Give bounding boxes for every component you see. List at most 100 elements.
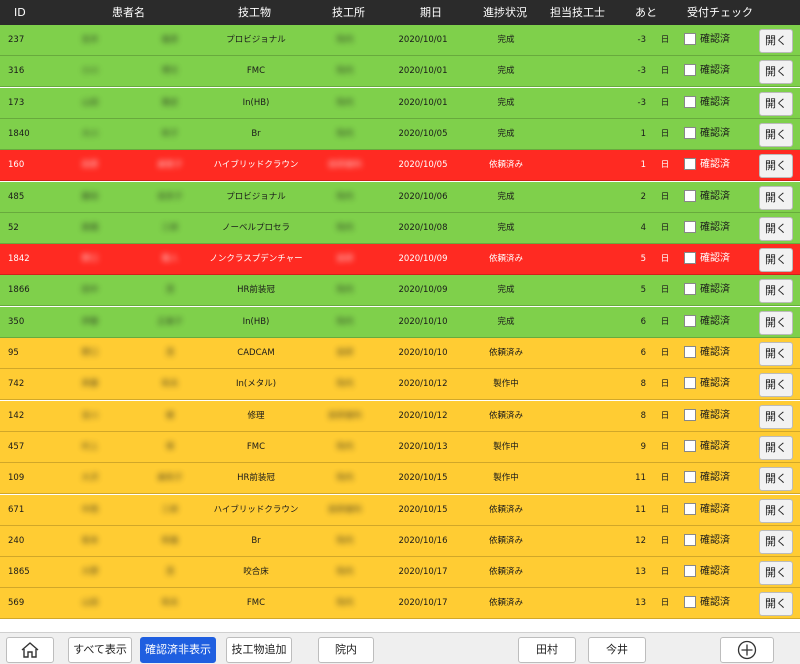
receipt-check[interactable]: 確認済 <box>684 64 730 78</box>
open-button[interactable]: 開く <box>759 529 793 554</box>
item-name: FMC <box>246 66 266 77</box>
open-button[interactable]: 開く <box>759 404 793 429</box>
table-row: 1842 野口 雅人 ノンクラスプデンチャー 技研 2020/10/09 依頼済み 5 日 確認済… <box>0 244 800 276</box>
due-date: 2020/10/09 <box>398 254 448 265</box>
receipt-checkbox[interactable] <box>684 565 696 578</box>
days-unit: 日 <box>660 128 670 139</box>
table-row: 671 中西 三郎 ハイブリッドクラウン 技研歯科 2020/10/15 依頼済み 11 日 確認… <box>0 494 800 526</box>
hide-confirmed-button[interactable]: 確認済非表示 <box>140 637 216 663</box>
table-row: 1840 大川 和子 Br 院内 2020/10/05 完成 1 日 確認済 開く <box>0 118 800 150</box>
receipt-check[interactable]: 確認済 <box>684 502 730 517</box>
open-button[interactable]: 開く <box>759 248 793 273</box>
receipt-checkbox[interactable] <box>684 596 696 609</box>
table-row: 160 田原 美智子 ハイブリッドクラウン 技研歯科 2020/10/05 依頼済み 1 日 確認… <box>0 150 800 182</box>
open-button[interactable]: 開く <box>759 91 793 116</box>
receipt-check-label: 確認済 <box>700 534 730 546</box>
item-name: FMC <box>246 598 266 609</box>
receipt-check[interactable]: 確認済 <box>684 33 730 47</box>
receipt-checkbox[interactable] <box>684 439 696 452</box>
receipt-checkbox[interactable] <box>684 252 696 265</box>
receipt-checkbox[interactable] <box>684 502 696 515</box>
order-table: 237 吉井 雄彦 プロビジョナル 院内 2020/10/01 完成 -3 日確認済 開く 316 小… <box>0 25 800 632</box>
patient-first-name: 博文 <box>161 66 179 77</box>
receipt-check[interactable]: 確認済 <box>684 252 730 266</box>
open-button[interactable]: 開く <box>759 154 793 179</box>
receipt-check[interactable]: 確認済 <box>684 189 730 204</box>
receipt-checkbox[interactable] <box>684 314 696 327</box>
item-name: プロビジョナル <box>226 191 286 202</box>
receipt-checkbox[interactable] <box>684 189 696 202</box>
progress-status: 完成 <box>497 128 515 139</box>
open-button[interactable]: 開く <box>759 467 793 492</box>
patient-last-name: 田原 <box>81 160 99 171</box>
receipt-checkbox[interactable] <box>684 408 696 421</box>
patient-first-name: 茂 <box>165 348 175 358</box>
receipt-check[interactable]: 確認済 <box>684 314 730 329</box>
receipt-check[interactable]: 確認済 <box>684 471 730 485</box>
open-button[interactable]: 開く <box>759 561 793 586</box>
receipt-checkbox[interactable] <box>684 64 696 77</box>
receipt-checkbox[interactable] <box>684 33 696 45</box>
patient-last-name: 山田 <box>81 598 99 609</box>
open-button[interactable]: 開く <box>759 373 793 398</box>
receipt-check[interactable]: 確認済 <box>684 408 730 423</box>
receipt-check[interactable]: 確認済 <box>684 346 730 360</box>
header-lab: 技工所 <box>332 6 365 19</box>
receipt-checkbox[interactable] <box>684 158 696 171</box>
row-id: 350 <box>8 316 25 327</box>
receipt-check[interactable]: 確認済 <box>684 439 730 454</box>
open-button[interactable]: 開く <box>759 279 793 304</box>
row-id: 237 <box>8 35 25 45</box>
receipt-checkbox[interactable] <box>684 126 696 139</box>
in-house-button[interactable]: 院内 <box>318 637 374 663</box>
row-id: 173 <box>8 97 25 108</box>
receipt-check[interactable]: 確認済 <box>684 533 730 548</box>
days-remaining: 11 <box>635 504 646 515</box>
add-item-button[interactable]: 技工物追加 <box>226 637 292 663</box>
days-unit: 日 <box>660 66 670 77</box>
open-button[interactable]: 開く <box>759 122 793 147</box>
receipt-checkbox[interactable] <box>684 95 696 108</box>
row-id: 485 <box>8 191 25 202</box>
open-button[interactable]: 開く <box>759 498 793 523</box>
open-button[interactable]: 開く <box>759 342 793 366</box>
open-button[interactable]: 開く <box>759 592 793 617</box>
home-button[interactable] <box>6 637 54 663</box>
progress-status: 依頼済み <box>488 254 523 265</box>
receipt-check[interactable]: 確認済 <box>684 377 730 391</box>
receipt-checkbox[interactable] <box>684 533 696 546</box>
receipt-check-label: 確認済 <box>700 34 730 45</box>
receipt-checkbox[interactable] <box>684 377 696 390</box>
open-button[interactable]: 開く <box>759 60 793 85</box>
receipt-check-label: 確認済 <box>700 127 730 139</box>
tamura-button[interactable]: 田村 <box>518 637 576 663</box>
due-date: 2020/10/15 <box>398 473 448 484</box>
patient-first-name: 佳奈子 <box>157 191 183 202</box>
patient-first-name: 雅史 <box>161 97 179 108</box>
row-id: 1842 <box>8 254 30 265</box>
add-new-button[interactable] <box>720 637 774 663</box>
receipt-check[interactable]: 確認済 <box>684 220 730 235</box>
imai-button[interactable]: 今井 <box>588 637 646 663</box>
receipt-checkbox[interactable] <box>684 471 696 484</box>
receipt-check[interactable]: 確認済 <box>684 158 730 172</box>
receipt-check[interactable]: 確認済 <box>684 95 730 110</box>
open-button[interactable]: 開く <box>759 310 793 335</box>
days-remaining: 12 <box>635 535 646 546</box>
progress-status: 依頼済み <box>488 504 523 515</box>
open-button[interactable]: 開く <box>759 185 793 210</box>
receipt-checkbox[interactable] <box>684 220 696 233</box>
open-button[interactable]: 開く <box>759 435 793 460</box>
open-button[interactable]: 開く <box>759 29 793 53</box>
show-all-button[interactable]: すべて表示 <box>68 637 132 663</box>
receipt-check[interactable]: 確認済 <box>684 596 730 610</box>
receipt-checkbox[interactable] <box>684 346 696 358</box>
receipt-check[interactable]: 確認済 <box>684 565 730 579</box>
progress-status: 依頼済み <box>488 348 523 358</box>
receipt-check[interactable]: 確認済 <box>684 126 730 141</box>
days-remaining: 13 <box>635 567 646 578</box>
open-button[interactable]: 開く <box>759 216 793 241</box>
receipt-check-label: 確認済 <box>700 503 730 515</box>
receipt-check[interactable]: 確認済 <box>684 283 730 297</box>
receipt-checkbox[interactable] <box>684 283 696 296</box>
